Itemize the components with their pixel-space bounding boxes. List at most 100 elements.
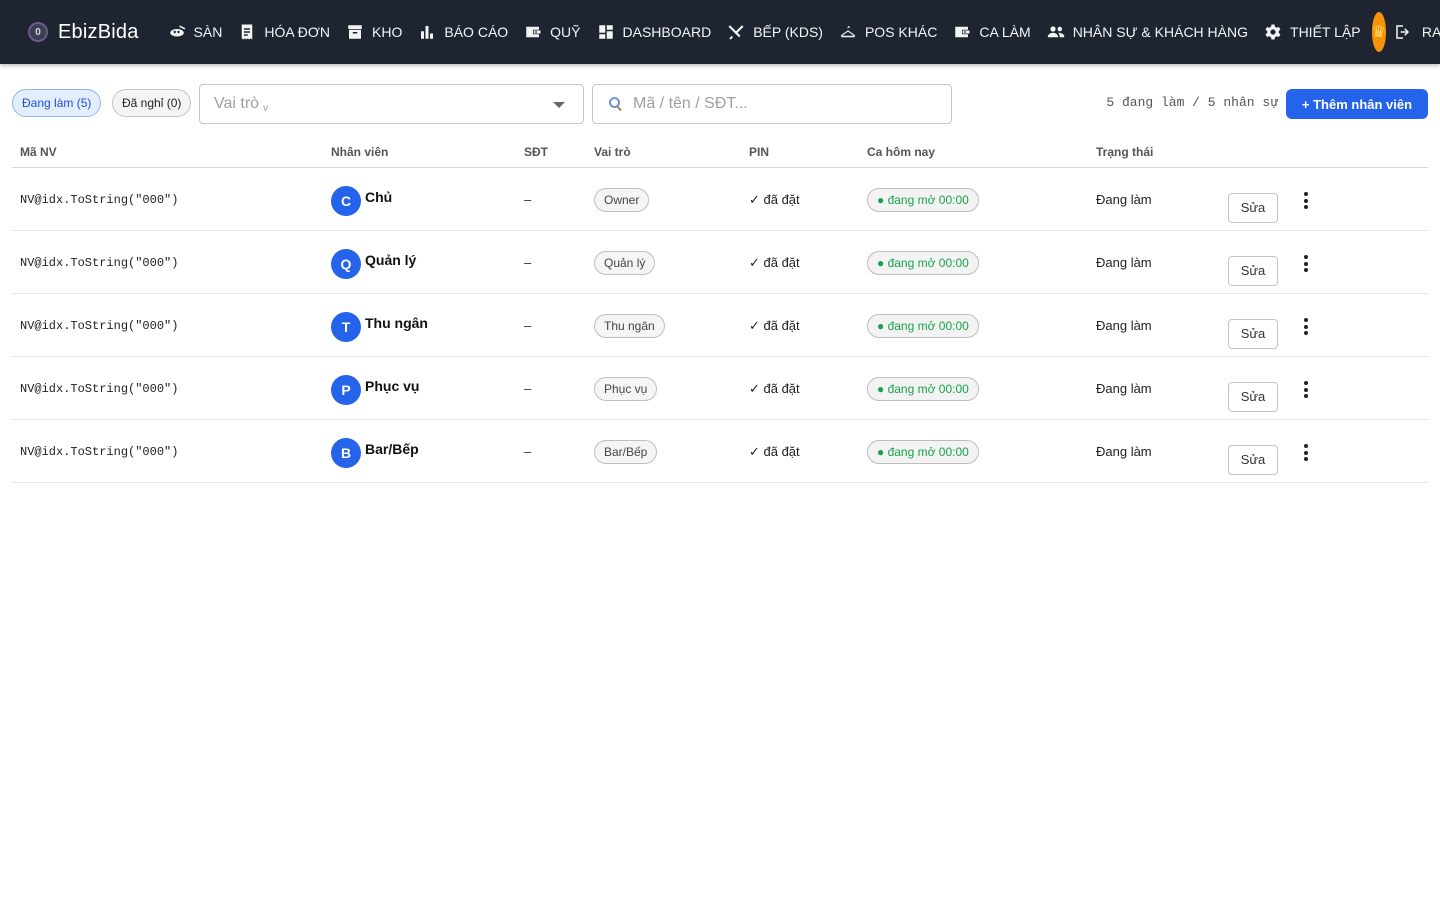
brand-logo-icon: 0 <box>28 22 48 42</box>
pin-status: ✓ đã đặt <box>749 380 800 396</box>
employee-table: Mã NV Nhân viên SĐT Vai trò PIN Ca hôm n… <box>12 136 1428 483</box>
nav-label: KHO <box>372 24 403 40</box>
employee-status: Đang làm <box>1096 381 1152 396</box>
chip-da-nghi[interactable]: Đã nghỉ (0) <box>112 89 192 117</box>
employee-name: Phục vụ <box>365 377 420 394</box>
shift-cell: ● đang mở 00:00 <box>867 231 979 294</box>
nav-item-ca-lam[interactable]: CA LÀM <box>944 0 1037 64</box>
edit-button[interactable]: Sửa <box>1228 318 1278 349</box>
edit-cell: Sửa <box>1228 168 1278 231</box>
main-nav: SÀN HÓA ĐƠN KHO BÁO CÁO QUỸ DASHBOARD BẾ… <box>159 0 1368 64</box>
table-row[interactable]: NV@idx.ToString("000") B Bar/Bếp – Bar/B… <box>12 420 1428 483</box>
role-select-placeholder: Vai trò <box>214 95 260 112</box>
add-employee-button[interactable]: + Thêm nhân viên <box>1286 89 1428 119</box>
more-vert-icon[interactable] <box>1296 317 1316 337</box>
edit-button[interactable]: Sửa <box>1228 381 1278 412</box>
nav-item-san[interactable]: SÀN <box>159 0 230 64</box>
role-cell: Owner <box>594 168 650 231</box>
nav-label: BÁO CÁO <box>444 24 509 40</box>
more-cell <box>1296 294 1316 357</box>
role-cell: Thu ngân <box>594 294 665 357</box>
employee-cell: Q Quản lý <box>331 231 416 294</box>
col-role[interactable]: Vai trò <box>594 145 631 159</box>
edit-button[interactable]: Sửa <box>1228 192 1278 223</box>
billiard-icon <box>169 25 185 37</box>
employee-cell: B Bar/Bếp <box>331 420 419 483</box>
employee-cell: T Thu ngân <box>331 294 428 357</box>
employee-phone: – <box>524 444 532 459</box>
chip-dang-lam[interactable]: Đang làm (5) <box>12 89 102 117</box>
nav-item-pos-khac[interactable]: POS KHÁC <box>830 0 944 64</box>
people-icon <box>1047 26 1064 38</box>
edit-button[interactable]: Sửa <box>1228 444 1278 475</box>
nav-item-kho[interactable]: KHO <box>337 0 409 64</box>
logout-button[interactable]: RA <box>1394 23 1440 41</box>
nav-item-bao-cao[interactable]: BÁO CÁO <box>409 0 515 64</box>
edit-cell: Sửa <box>1228 294 1278 357</box>
avatar: P <box>331 374 361 405</box>
nav-label: CA LÀM <box>979 24 1031 40</box>
employee-name: Chủ <box>365 188 393 205</box>
chevron-down-icon <box>553 102 565 108</box>
table-row[interactable]: NV@idx.ToString("000") T Thu ngân – Thu … <box>12 294 1428 357</box>
nav-item-dashboard[interactable]: DASHBOARD <box>588 0 719 64</box>
role-select[interactable]: Vai trò v <box>199 84 584 124</box>
col-phone[interactable]: SĐT <box>524 145 548 159</box>
brand-name: EbizBida <box>58 20 139 43</box>
more-cell <box>1296 420 1316 483</box>
brand[interactable]: 0 EbizBida <box>28 21 139 44</box>
employee-name: Quản lý <box>365 251 417 268</box>
top-navbar: 0 EbizBida SÀN HÓA ĐƠN KHO BÁO CÁO QUỸ D… <box>0 0 1440 64</box>
role-cell: Bar/Bếp <box>594 420 658 483</box>
role-select-hint: v <box>263 102 269 114</box>
receipt-icon <box>242 24 253 40</box>
edit-button[interactable]: Sửa <box>1228 255 1278 286</box>
search-box <box>592 84 952 124</box>
employee-code: NV@idx.ToString("000") <box>20 255 179 270</box>
table-row[interactable]: NV@idx.ToString("000") Q Quản lý – Quản … <box>12 231 1428 294</box>
table-row[interactable]: NV@idx.ToString("000") P Phục vụ – Phục … <box>12 357 1428 420</box>
search-input[interactable] <box>633 95 933 113</box>
employee-status: Đang làm <box>1096 192 1152 207</box>
pin-status: ✓ đã đặt <box>749 191 800 207</box>
employee-count: 5 đang làm / 5 nhân sự <box>1106 95 1278 110</box>
employee-status: Đang làm <box>1096 444 1152 459</box>
user-avatar[interactable]: ♛ <box>1371 12 1386 52</box>
archive-icon <box>348 25 362 39</box>
nav-item-hoa-don[interactable]: HÓA ĐƠN <box>229 0 337 64</box>
employee-phone: – <box>524 192 532 207</box>
more-vert-icon[interactable] <box>1296 191 1316 211</box>
crown-icon: ♛ <box>1371 24 1386 41</box>
employee-code: NV@idx.ToString("000") <box>20 381 179 396</box>
employee-status: Đang làm <box>1096 255 1152 270</box>
table-row[interactable]: NV@idx.ToString("000") C Chủ – Owner ✓ đ… <box>12 168 1428 231</box>
more-vert-icon[interactable] <box>1296 254 1316 274</box>
nav-item-thiet-lap[interactable]: THIẾT LẬP <box>1255 0 1368 64</box>
col-shift[interactable]: Ca hôm nay <box>867 145 935 159</box>
col-employee[interactable]: Nhân viên <box>331 145 388 159</box>
col-code[interactable]: Mã NV <box>20 145 57 159</box>
more-vert-icon[interactable] <box>1296 443 1316 463</box>
shift-badge: ● đang mở 00:00 <box>867 313 979 338</box>
more-vert-icon[interactable] <box>1296 380 1316 400</box>
employee-name: Bar/Bếp <box>365 440 419 457</box>
role-cell: Quản lý <box>594 231 656 294</box>
pin-status: ✓ đã đặt <box>749 317 800 333</box>
filter-toolbar: Đang làm (5) Đã nghỉ (0) Vai trò v 5 đan… <box>12 84 1428 124</box>
dashboard-icon <box>598 25 613 39</box>
search-icon <box>609 97 622 111</box>
table-header: Mã NV Nhân viên SĐT Vai trò PIN Ca hôm n… <box>12 136 1428 168</box>
nav-item-quy[interactable]: QUỸ <box>515 0 587 64</box>
nav-item-nhan-su[interactable]: NHÂN SỰ & KHÁCH HÀNG <box>1038 0 1255 64</box>
pin-status: ✓ đã đặt <box>749 443 800 459</box>
nav-item-bep-kds[interactable]: BẾP (KDS) <box>718 0 830 64</box>
shift-cell: ● đang mở 00:00 <box>867 168 979 231</box>
col-status[interactable]: Trạng thái <box>1096 145 1153 159</box>
col-pin[interactable]: PIN <box>749 145 769 159</box>
employee-phone: – <box>524 318 532 333</box>
nav-label: BẾP (KDS) <box>753 24 823 40</box>
bar-chart-icon <box>421 26 434 39</box>
nav-label: THIẾT LẬP <box>1290 24 1361 40</box>
edit-cell: Sửa <box>1228 357 1278 420</box>
shift-cell: ● đang mở 00:00 <box>867 420 979 483</box>
